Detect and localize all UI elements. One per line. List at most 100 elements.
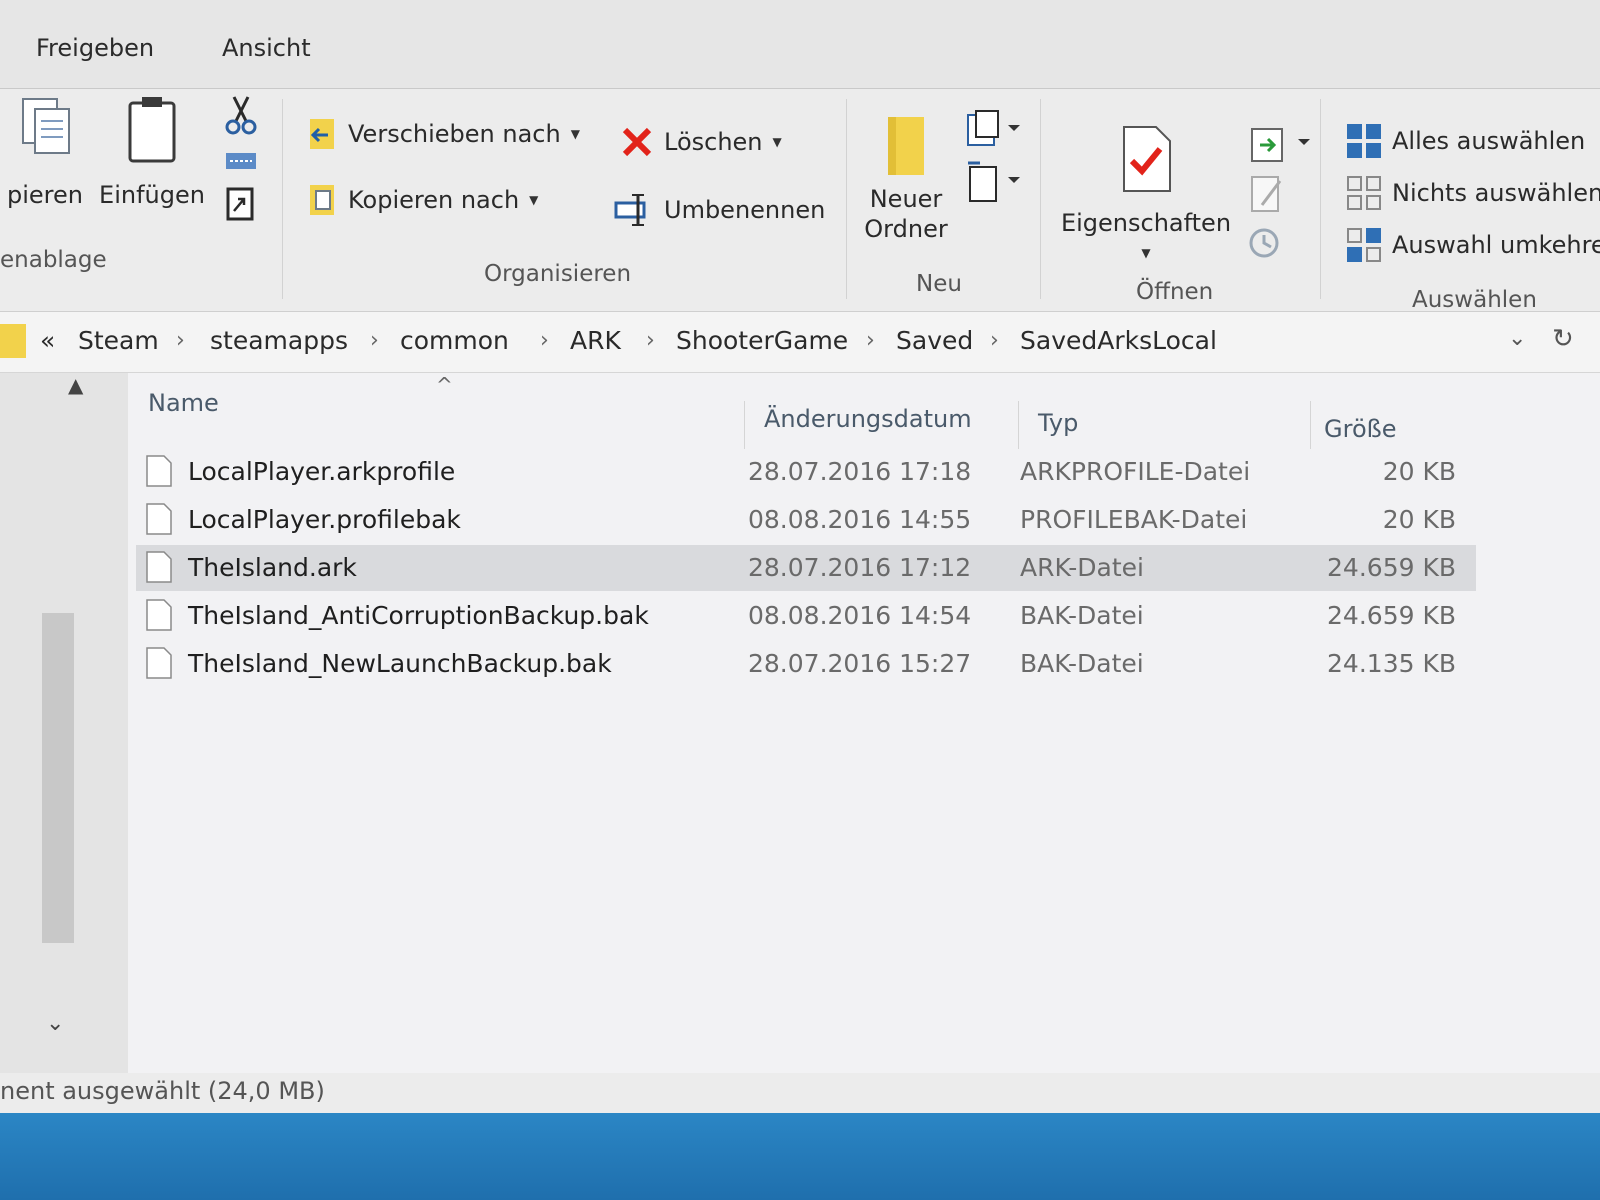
file-icon [146,503,172,535]
breadcrumb-ark[interactable]: ARK [570,326,621,355]
folder-icon [0,324,26,358]
file-date: 08.08.2016 14:54 [748,601,972,630]
copy-to-label: Kopieren nach [348,186,520,214]
copy-icon [22,98,70,154]
breadcrumb-steam[interactable]: Steam [78,326,159,355]
history-button[interactable] [1244,225,1284,265]
nav-scrollbar-thumb[interactable] [42,613,74,943]
ribbon: pieren Einfügen enablage Verschieben nac… [0,89,1600,313]
properties-label: Eigenschaften [1060,209,1232,237]
file-type: BAK-Datei [1020,649,1144,678]
history-icon [1249,228,1279,258]
scroll-down-icon[interactable]: ⌄ [46,1011,64,1036]
file-date: 08.08.2016 14:55 [748,505,972,534]
status-text: nent ausgewählt (24,0 MB) [0,1077,325,1105]
clipboard-small-buttons [224,95,260,227]
paste-label: Einfügen [99,181,205,209]
file-icon [146,551,172,583]
breadcrumb-overflow[interactable]: « [40,326,55,355]
delete-button[interactable]: Löschen ▼ [620,125,782,159]
move-to-label: Verschieben nach [348,120,561,148]
file-icon [146,647,172,679]
properties-button[interactable]: Eigenschaften ▼ [1056,123,1236,268]
address-history-chevron-icon[interactable]: ⌄ [1508,326,1526,351]
breadcrumb-common[interactable]: common [400,326,509,355]
breadcrumb-separator-icon: › [646,328,655,353]
file-size: 24.135 KB [1327,649,1456,678]
invert-selection-button[interactable]: Auswahl umkehre [1346,227,1600,263]
delete-label: Löschen [664,128,763,156]
file-row[interactable]: TheIsland_NewLaunchBackup.bak 28.07.2016… [136,641,1476,687]
copy-to-icon [310,185,334,215]
rename-icon [614,194,646,226]
select-none-icon [1347,176,1381,210]
file-row-selected[interactable]: TheIsland.ark 28.07.2016 17:12 ARK-Datei… [136,545,1476,591]
breadcrumb-shootergame[interactable]: ShooterGame [676,326,848,355]
move-to-button[interactable]: Verschieben nach ▼ [306,117,580,151]
tab-freigeben[interactable]: Freigeben [36,34,154,62]
column-header-name[interactable]: Name [148,389,219,417]
address-bar[interactable]: « Steam › steamapps › common › ARK › Sho… [0,312,1600,373]
paste-shortcut-icon[interactable] [224,185,258,223]
open-group-label: Öffnen [1136,279,1214,305]
open-button[interactable] [1250,125,1320,169]
open-icon [1251,128,1310,162]
copy-to-button[interactable]: Kopieren nach ▼ [306,183,538,217]
rename-button[interactable]: Umbenennen [614,193,825,227]
file-row[interactable]: LocalPlayer.arkprofile 28.07.2016 17:18 … [136,449,1476,495]
file-type: ARKPROFILE-Datei [1020,457,1251,486]
file-date: 28.07.2016 15:27 [748,649,972,678]
file-name: LocalPlayer.arkprofile [188,457,456,486]
copy-label: pieren [7,181,83,209]
breadcrumb-savedarkslocal[interactable]: SavedArksLocal [1020,326,1217,355]
file-row[interactable]: LocalPlayer.profilebak 08.08.2016 14:55 … [136,497,1476,543]
scroll-up-icon[interactable]: ▲ [68,373,83,397]
column-header-date[interactable]: Änderungsdatum [764,405,972,433]
file-size: 20 KB [1382,457,1456,486]
easy-access-button[interactable] [966,161,1022,207]
organize-group-label: Organisieren [484,261,632,287]
rename-label: Umbenennen [664,196,826,224]
column-header-size[interactable]: Größe [1324,415,1397,443]
file-type: BAK-Datei [1020,601,1144,630]
breadcrumb-saved[interactable]: Saved [896,326,973,355]
file-list: ^ Name Änderungsdatum Typ Größe LocalPla… [128,373,1600,1073]
tab-ansicht[interactable]: Ansicht [222,34,311,62]
breadcrumb-separator-icon: › [176,328,185,353]
delete-x-icon [622,127,652,157]
file-name: TheIsland_AntiCorruptionBackup.bak [188,601,649,630]
select-all-label: Alles auswählen [1392,127,1586,155]
column-divider[interactable] [1310,401,1311,449]
file-row[interactable]: TheIsland_AntiCorruptionBackup.bak 08.08… [136,593,1476,639]
breadcrumb-steamapps[interactable]: steamapps [210,326,348,355]
select-group-label: Auswählen [1412,287,1537,313]
breadcrumb-separator-icon: › [370,328,379,353]
new-item-button[interactable] [966,109,1022,153]
copy-path-icon[interactable] [224,149,258,173]
file-size: 24.659 KB [1327,601,1456,630]
copy-button[interactable]: pieren [0,95,90,210]
move-to-icon [310,119,334,149]
chevron-down-icon: ▼ [570,127,580,141]
edit-button[interactable] [1250,173,1286,219]
refresh-icon[interactable]: ↻ [1552,324,1574,354]
cut-icon[interactable] [224,95,258,135]
file-date: 28.07.2016 17:18 [748,457,972,486]
chevron-down-icon: ▼ [1141,246,1151,260]
file-name: TheIsland.ark [188,553,357,582]
column-divider[interactable] [1018,401,1019,449]
paste-button[interactable]: Einfügen [96,95,208,210]
column-divider[interactable] [744,401,745,449]
select-none-button[interactable]: Nichts auswählen [1346,175,1600,211]
invert-selection-icon [1347,228,1381,262]
clipboard-icon [128,97,176,163]
file-icon [146,455,172,487]
navigation-pane: ▲ ⌄ [0,373,128,1073]
status-bar: nent ausgewählt (24,0 MB) [0,1073,1600,1113]
column-header-type[interactable]: Typ [1038,409,1078,437]
select-all-button[interactable]: Alles auswählen [1346,123,1585,159]
file-type: ARK-Datei [1020,553,1144,582]
chevron-down-icon: ▼ [529,193,539,207]
select-all-icon [1347,124,1381,158]
new-folder-button[interactable]: Neuer Ordner [856,115,956,244]
